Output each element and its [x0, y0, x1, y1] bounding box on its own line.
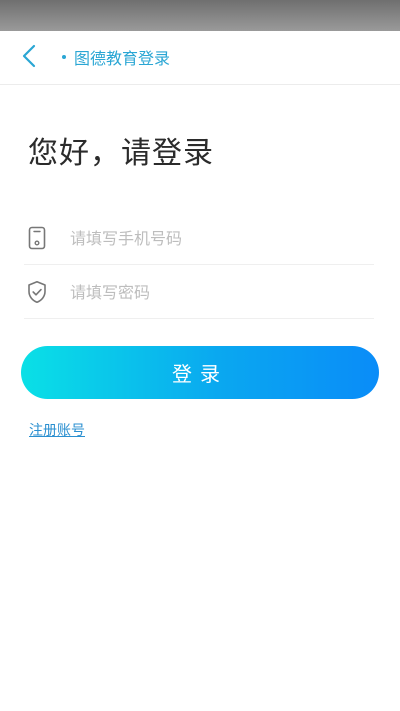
- phone-field-row: [24, 212, 374, 265]
- password-field-row: [24, 266, 374, 319]
- status-bar: [0, 0, 400, 31]
- back-button[interactable]: [14, 43, 44, 73]
- title-dot-icon: [62, 55, 66, 59]
- phone-input[interactable]: [70, 220, 360, 256]
- nav-bar: 图德教育登录: [0, 31, 400, 85]
- greeting-heading: 您好，请登录: [28, 136, 214, 171]
- page-title-wrap: 图德教育登录: [62, 45, 170, 69]
- chevron-left-icon: [22, 44, 36, 72]
- password-input[interactable]: [70, 274, 360, 310]
- page-title: 图德教育登录: [74, 49, 171, 68]
- shield-check-icon: [26, 280, 48, 304]
- phone-icon: [26, 226, 48, 250]
- register-link[interactable]: 注册账号: [29, 420, 85, 440]
- login-button[interactable]: 登录: [21, 346, 379, 399]
